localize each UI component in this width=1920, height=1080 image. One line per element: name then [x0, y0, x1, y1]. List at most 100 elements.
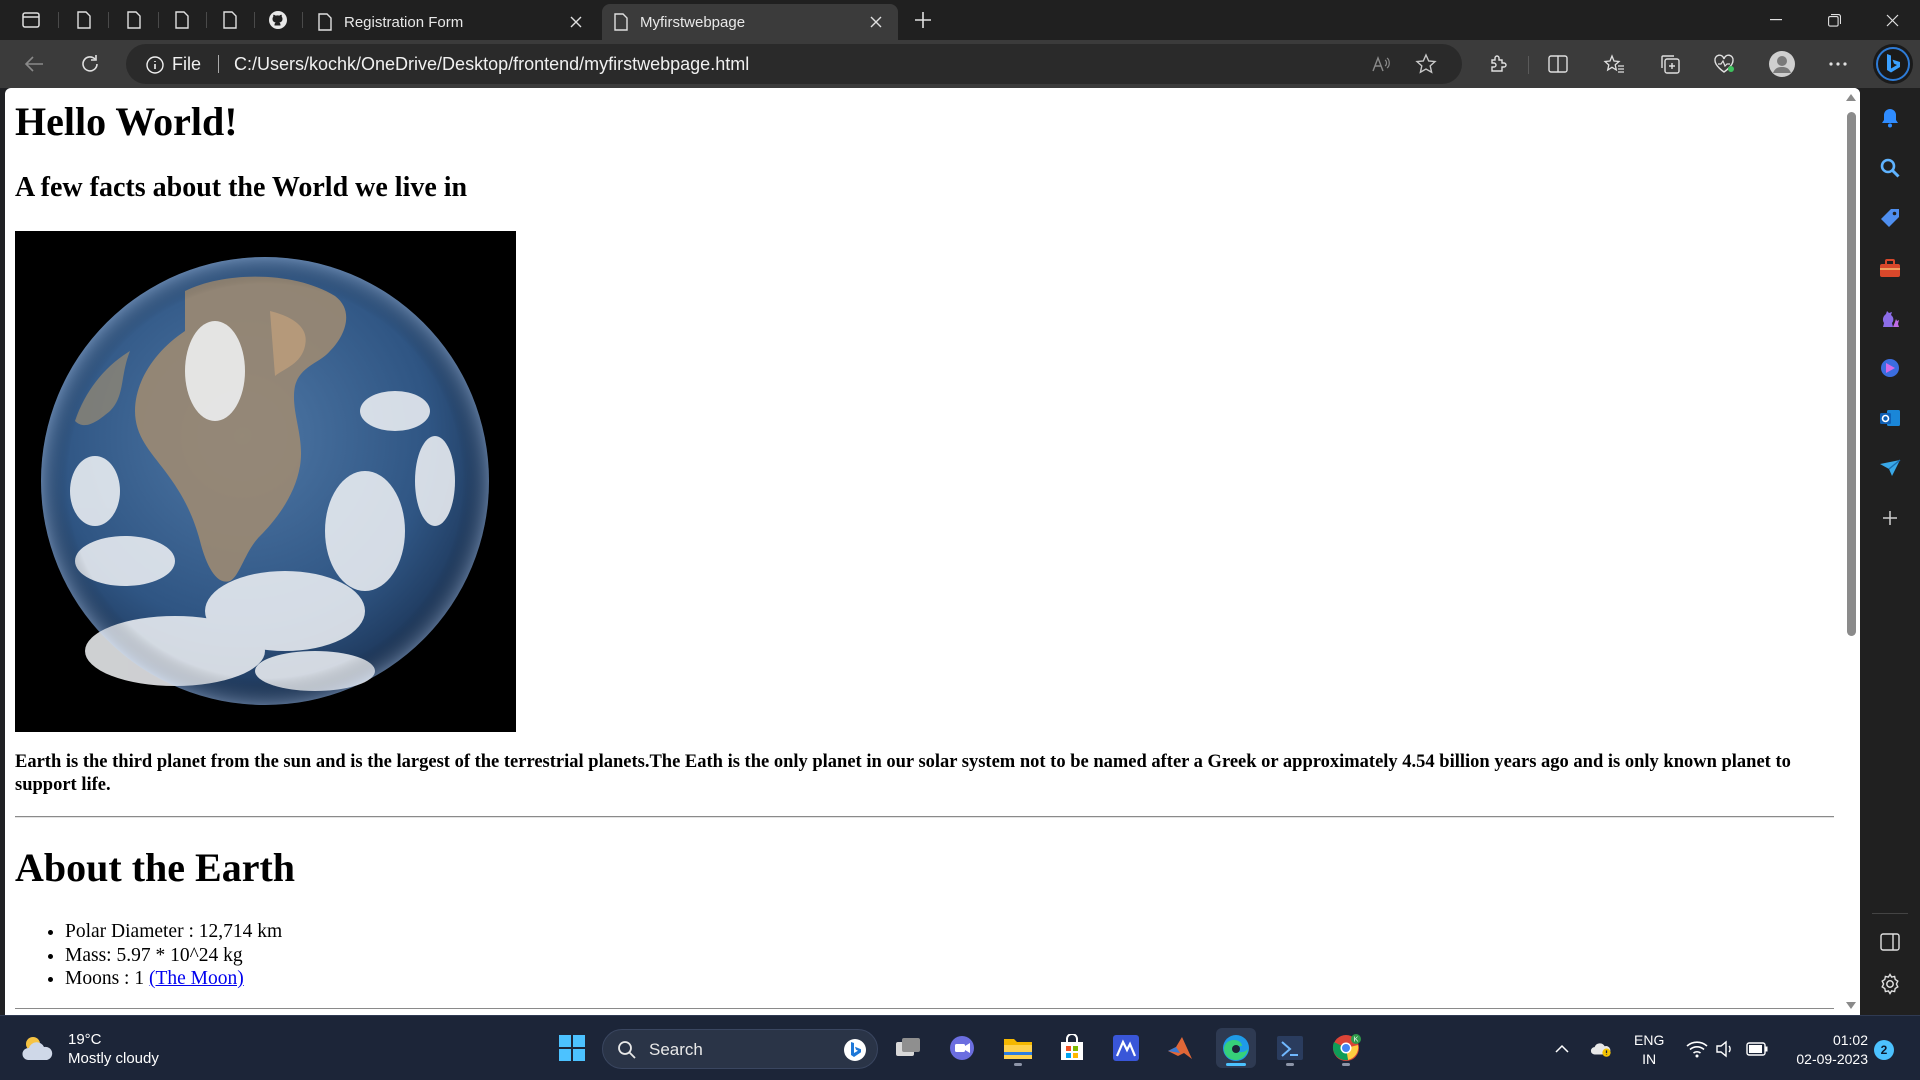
wifi-icon[interactable]: [1686, 1038, 1708, 1060]
store-icon: [1061, 1034, 1083, 1060]
back-button[interactable]: [16, 48, 52, 80]
list-item: Polar Diameter : 12,714 km: [65, 920, 282, 944]
close-window-button[interactable]: [1864, 0, 1920, 40]
weather-temperature: 19°C: [68, 1031, 102, 1048]
tab-title: Registration Form: [344, 13, 464, 31]
code-editor-icon: [1277, 1036, 1303, 1060]
tag-icon[interactable]: [1874, 202, 1906, 234]
read-aloud-icon[interactable]: [1368, 52, 1396, 76]
browser-toolbar: File C:/Users/kochk/OneDrive/Desktop/fro…: [0, 40, 1920, 88]
close-icon[interactable]: [866, 12, 886, 32]
folder-icon: [1004, 1039, 1032, 1059]
site-info-button[interactable]: File: [146, 54, 201, 75]
pinned-tab-2[interactable]: [112, 4, 156, 36]
battery-icon[interactable]: [1746, 1038, 1768, 1060]
favorites-icon: [1603, 54, 1624, 73]
bing-copilot-icon: [1876, 47, 1910, 81]
refresh-button[interactable]: [72, 48, 108, 80]
search-icon[interactable]: [1874, 152, 1906, 184]
pinned-tab-3[interactable]: [160, 4, 204, 36]
weather-widget[interactable]: 19°C Mostly cloudy: [20, 1030, 159, 1068]
task-view-button[interactable]: [888, 1028, 928, 1068]
task-view-icon: [896, 1038, 920, 1056]
more-menu-button[interactable]: [1820, 48, 1856, 80]
taskbar-search[interactable]: Search: [602, 1029, 878, 1069]
web-page: Hello World! A few facts about the World…: [5, 88, 1839, 1015]
heart-pulse-icon: [1714, 54, 1734, 73]
close-icon[interactable]: [566, 12, 586, 32]
notification-badge[interactable]: 2: [1874, 1040, 1894, 1060]
edge-browser-button[interactable]: [1216, 1028, 1256, 1068]
tab-myfirstwebpage[interactable]: Myfirstwebpage: [602, 4, 898, 40]
pinned-tab-1[interactable]: [62, 4, 106, 36]
github-icon: [269, 11, 287, 29]
microsoft-store-button[interactable]: [1052, 1028, 1092, 1068]
web-page-viewport: Hello World! A few facts about the World…: [5, 88, 1860, 1015]
list-item: Mass: 5.97 * 10^24 kg: [65, 944, 282, 968]
bell-icon[interactable]: [1874, 102, 1906, 134]
favorite-star-icon[interactable]: [1412, 52, 1440, 76]
facts-list: Polar Diameter : 12,714 km Mass: 5.97 * …: [65, 920, 282, 991]
weather-condition: Mostly cloudy: [68, 1050, 159, 1067]
teams-chat-icon: [950, 1036, 974, 1060]
page-icon: [614, 13, 628, 31]
refresh-icon: [82, 55, 98, 72]
profile-button[interactable]: [1764, 48, 1800, 80]
scroll-thumb[interactable]: [1847, 112, 1856, 636]
matlab-icon: [1168, 1037, 1192, 1059]
tab-registration-form[interactable]: Registration Form: [306, 4, 598, 40]
file-explorer-button[interactable]: [998, 1028, 1038, 1068]
system-clock[interactable]: 01:02 02-09-2023: [1780, 1031, 1868, 1069]
windows-logo-icon: [559, 1035, 585, 1061]
search-placeholder: Search: [649, 1040, 703, 1059]
copilot-button[interactable]: [1873, 44, 1913, 84]
browser-essentials-button[interactable]: [1706, 48, 1742, 80]
extensions-button[interactable]: [1480, 48, 1516, 80]
minimize-button[interactable]: [1748, 0, 1804, 40]
add-icon[interactable]: [1874, 502, 1906, 534]
volume-icon[interactable]: [1714, 1038, 1736, 1060]
vscode-button[interactable]: [1270, 1028, 1310, 1068]
restore-button[interactable]: [1806, 0, 1862, 40]
chrome-button[interactable]: K: [1326, 1028, 1366, 1068]
send-icon[interactable]: [1874, 452, 1906, 484]
onedrive-icon[interactable]: [1590, 1038, 1612, 1060]
fact-moons: Moons : 1: [65, 968, 149, 989]
tab-actions-icon[interactable]: [18, 8, 44, 32]
vertical-scrollbar[interactable]: [1843, 88, 1860, 1015]
scroll-down-arrow[interactable]: [1846, 1002, 1856, 1009]
mathworks-button[interactable]: [1106, 1028, 1146, 1068]
url-text[interactable]: C:/Users/kochk/OneDrive/Desktop/frontend…: [234, 54, 749, 75]
chevron-up-icon[interactable]: [1551, 1038, 1573, 1060]
app-icon: [1113, 1035, 1139, 1061]
favorites-button[interactable]: [1596, 48, 1632, 80]
pinned-tab-github[interactable]: [256, 4, 300, 36]
bing-icon: [844, 1039, 866, 1061]
split-screen-button[interactable]: [1540, 48, 1576, 80]
teams-chat-button[interactable]: [942, 1028, 982, 1068]
tab-title: Myfirstwebpage: [640, 13, 746, 31]
chrome-icon: K: [1332, 1034, 1361, 1061]
input-language[interactable]: ENG IN: [1634, 1031, 1664, 1069]
address-bar[interactable]: File C:/Users/kochk/OneDrive/Desktop/fro…: [126, 44, 1462, 84]
clock-date: 02-09-2023: [1796, 1051, 1868, 1067]
new-tab-button[interactable]: [910, 8, 936, 32]
scroll-up-arrow[interactable]: [1846, 94, 1856, 101]
sidebar-toggle-icon[interactable]: [1874, 926, 1906, 958]
page-icon: [318, 13, 332, 31]
matlab-button[interactable]: [1160, 1028, 1200, 1068]
plus-icon: [915, 12, 931, 28]
start-button[interactable]: [552, 1028, 592, 1068]
moon-link[interactable]: (The Moon): [149, 968, 244, 989]
divider: [15, 1008, 1834, 1009]
search-icon: [618, 1041, 636, 1059]
settings-icon[interactable]: [1874, 968, 1906, 1000]
language-code: ENG: [1634, 1032, 1665, 1048]
toolbox-icon[interactable]: [1874, 252, 1906, 284]
game-icon[interactable]: [1874, 352, 1906, 384]
chess-icon[interactable]: [1874, 302, 1906, 334]
page-heading: Hello World!: [15, 99, 238, 144]
pinned-tab-4[interactable]: [208, 4, 252, 36]
collections-button[interactable]: [1652, 48, 1688, 80]
outlook-icon[interactable]: [1874, 402, 1906, 434]
